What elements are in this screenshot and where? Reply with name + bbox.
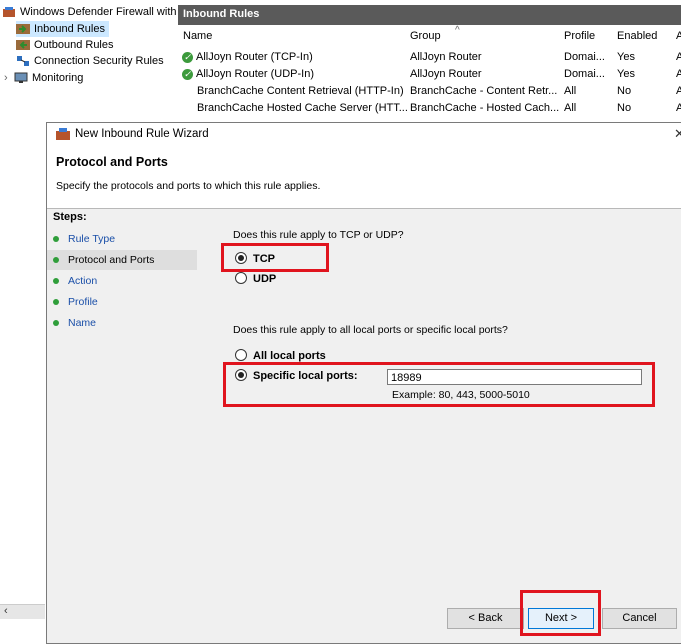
step-dot-icon	[53, 278, 59, 284]
tree-item-label: Outbound Rules	[34, 39, 114, 51]
chevron-right-icon[interactable]: ›	[4, 70, 14, 86]
step-label: Protocol and Ports	[68, 254, 155, 266]
radio-udp[interactable]: UDP	[235, 271, 276, 287]
rule-name: AllJoyn Router (UDP-In)	[196, 68, 314, 80]
monitoring-icon	[14, 72, 28, 84]
next-highlight-box	[520, 590, 601, 636]
rule-action: A	[676, 85, 681, 97]
radio-udp-label: UDP	[253, 273, 277, 285]
table-row[interactable]: ✓ AllJoyn Router (TCP-In) AllJoyn Router …	[178, 49, 681, 66]
connection-security-icon	[16, 55, 30, 67]
step-profile[interactable]: Profile	[47, 292, 197, 312]
column-header-profile[interactable]: Profile	[564, 30, 595, 42]
tree-item-label: Inbound Rules	[34, 23, 105, 35]
tree-item-label: Connection Security Rules	[34, 55, 164, 67]
column-header-name[interactable]: Name	[183, 30, 212, 42]
enabled-check-icon: ✓	[182, 51, 193, 63]
table-row[interactable]: BranchCache Hosted Cache Server (HTT... …	[178, 100, 681, 117]
step-rule-type[interactable]: Rule Type	[47, 229, 197, 249]
tree-root[interactable]: Windows Defender Firewall with	[2, 4, 177, 20]
protocol-question: Does this rule apply to TCP or UDP?	[233, 229, 404, 241]
tree-item-inbound-rules[interactable]: Inbound Rules	[16, 21, 109, 37]
rule-name: BranchCache Hosted Cache Server (HTT...	[197, 102, 408, 114]
rule-profile: All	[564, 85, 577, 97]
steps-label: Steps:	[53, 211, 87, 223]
step-dot-icon	[53, 320, 59, 326]
rule-profile: All	[564, 102, 577, 114]
radio-unselected-icon[interactable]	[235, 349, 247, 362]
rule-name: BranchCache Content Retrieval (HTTP-In)	[197, 85, 404, 97]
rules-panel-title: Inbound Rules	[183, 8, 260, 20]
rule-enabled: No	[617, 102, 632, 114]
rule-enabled: Yes	[617, 68, 635, 80]
wizard-title: New Inbound Rule Wizard	[75, 128, 209, 140]
back-button[interactable]: < Back	[447, 608, 524, 629]
page-subtitle: Specify the protocols and ports to which…	[56, 180, 321, 192]
column-header-action[interactable]: A	[676, 30, 681, 42]
firewall-icon	[55, 127, 71, 144]
ports-question: Does this rule apply to all local ports …	[233, 324, 508, 336]
rule-action: A	[676, 51, 681, 63]
tree-item-label: Monitoring	[32, 72, 84, 84]
rule-enabled: No	[617, 85, 632, 97]
step-dot-icon	[53, 257, 59, 263]
radio-all-ports-label: All local ports	[253, 350, 326, 362]
enabled-check-icon: ✓	[182, 68, 193, 80]
step-name[interactable]: Name	[47, 313, 197, 333]
horizontal-scrollbar[interactable]: ‹	[0, 604, 45, 619]
rule-name: AllJoyn Router (TCP-In)	[196, 51, 313, 63]
step-dot-icon	[53, 236, 59, 242]
cancel-button[interactable]: Cancel	[602, 608, 677, 629]
rule-group: AllJoyn Router	[410, 68, 482, 80]
column-header-group[interactable]: Group	[410, 30, 441, 42]
specific-ports-highlight-box	[223, 362, 655, 407]
rule-action: A	[676, 102, 681, 114]
inbound-rules-icon	[16, 23, 30, 35]
tree-item-monitoring[interactable]: › Monitoring	[4, 70, 83, 86]
new-inbound-rule-wizard: New Inbound Rule Wizard ✕ Protocol and P…	[46, 122, 681, 644]
tree-item-outbound-rules[interactable]: Outbound Rules	[16, 37, 114, 53]
sort-up-icon: ^	[455, 25, 460, 36]
rule-profile: Domai...	[564, 51, 605, 63]
rule-group: BranchCache - Hosted Cach...	[410, 102, 560, 114]
step-label: Action	[68, 275, 98, 287]
radio-unselected-icon[interactable]	[235, 272, 247, 285]
rule-group: BranchCache - Content Retr...	[410, 85, 558, 97]
tcp-highlight-box	[221, 243, 329, 272]
column-header-enabled[interactable]: Enabled	[617, 30, 657, 42]
tree-item-connection-security-rules[interactable]: Connection Security Rules	[16, 53, 164, 69]
tree-root-label: Windows Defender Firewall with	[20, 6, 177, 18]
step-label: Profile	[68, 296, 98, 308]
firewall-icon	[2, 6, 16, 18]
step-label: Rule Type	[68, 233, 116, 245]
rule-group: AllJoyn Router	[410, 51, 482, 63]
page-title: Protocol and Ports	[56, 155, 168, 169]
outbound-rules-icon	[16, 39, 30, 51]
rule-enabled: Yes	[617, 51, 635, 63]
step-action[interactable]: Action	[47, 271, 197, 291]
scroll-left-icon[interactable]: ‹	[4, 605, 8, 617]
rule-action: A	[676, 68, 681, 80]
table-row[interactable]: ✓ AllJoyn Router (UDP-In) AllJoyn Router …	[178, 66, 681, 83]
close-icon[interactable]: ✕	[674, 126, 681, 142]
step-protocol-and-ports[interactable]: Protocol and Ports	[47, 250, 197, 270]
steps-pane: Steps: Rule Type Protocol and Ports Acti…	[47, 209, 199, 643]
rule-profile: Domai...	[564, 68, 605, 80]
step-dot-icon	[53, 299, 59, 305]
table-row[interactable]: BranchCache Content Retrieval (HTTP-In) …	[178, 83, 681, 100]
step-label: Name	[68, 317, 97, 329]
